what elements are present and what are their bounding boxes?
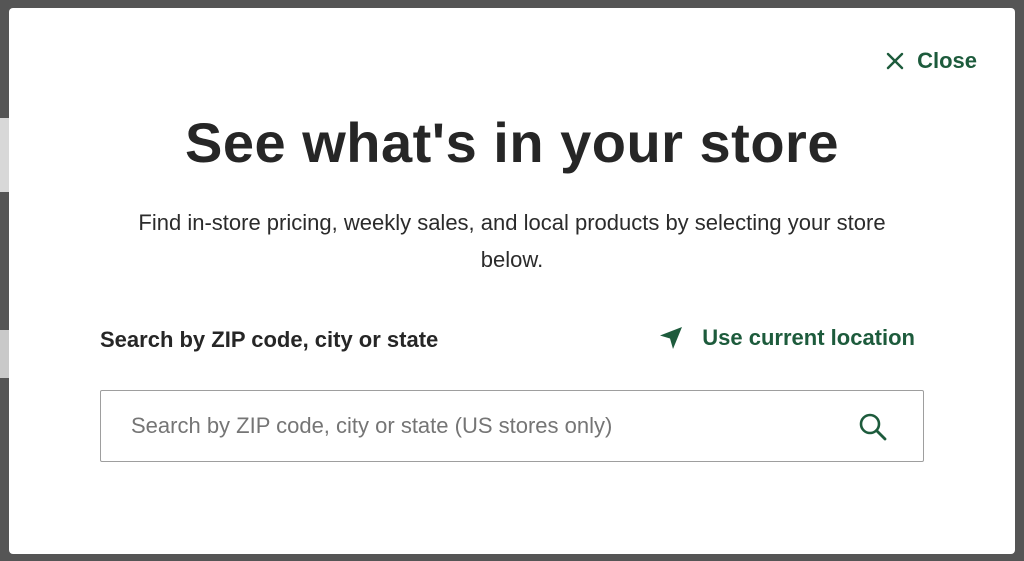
- search-field: [100, 390, 924, 462]
- use-current-location-button[interactable]: Use current location: [658, 325, 915, 351]
- close-label: Close: [917, 48, 977, 73]
- use-current-location-label: Use current location: [702, 325, 915, 350]
- search-input[interactable]: [131, 391, 831, 461]
- store-selector-modal: Close See what's in your store Find in-s…: [9, 8, 1015, 554]
- search-label: Search by ZIP code, city or state: [100, 327, 439, 352]
- location-arrow-icon: [660, 327, 683, 349]
- close-button[interactable]: Close: [885, 48, 977, 74]
- modal-subtitle: Find in-store pricing, weekly sales, and…: [138, 210, 886, 272]
- search-icon[interactable]: [857, 411, 889, 443]
- close-icon: [886, 52, 904, 70]
- modal-title: See what's in your store: [185, 111, 839, 174]
